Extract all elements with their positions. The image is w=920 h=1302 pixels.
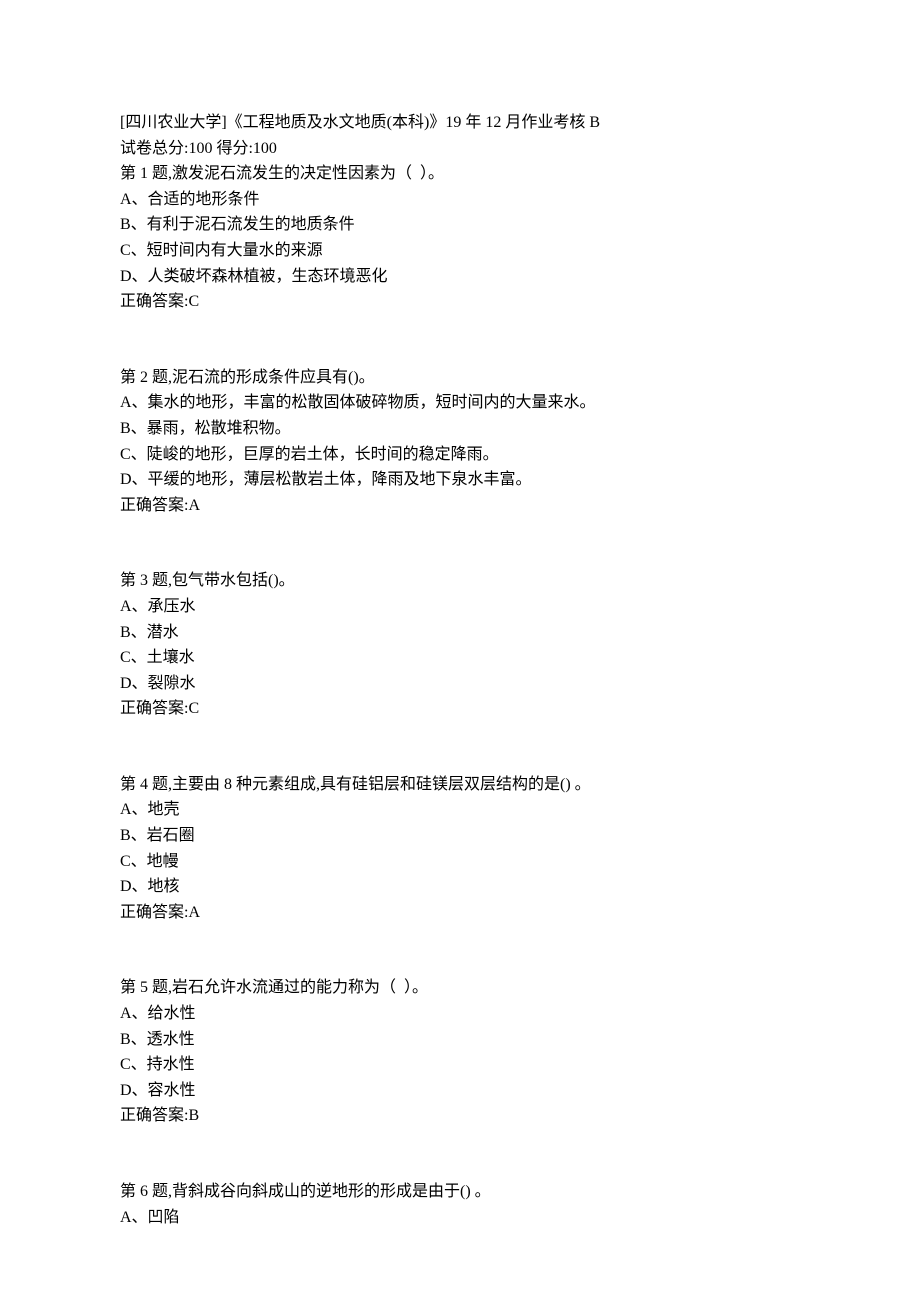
question-answer: 正确答案:C	[120, 696, 800, 722]
question-option: D、容水性	[120, 1078, 800, 1104]
question-option: B、暴雨，松散堆积物。	[120, 416, 800, 442]
question-option: C、土壤水	[120, 645, 800, 671]
question-option: A、集水的地形，丰富的松散固体破碎物质，短时间内的大量来水。	[120, 390, 800, 416]
question-block: 第 4 题,主要由 8 种元素组成,具有硅铝层和硅镁层双层结构的是() 。A、地…	[120, 772, 800, 926]
question-block: 第 3 题,包气带水包括()。A、承压水B、潜水C、土壤水D、裂隙水正确答案:C	[120, 568, 800, 722]
question-option: B、透水性	[120, 1027, 800, 1053]
question-option: B、潜水	[120, 620, 800, 646]
question-stem: 第 3 题,包气带水包括()。	[120, 568, 800, 594]
spacer	[120, 722, 800, 772]
question-answer: 正确答案:A	[120, 493, 800, 519]
question-option: A、给水性	[120, 1001, 800, 1027]
question-option: A、合适的地形条件	[120, 187, 800, 213]
question-stem: 第 6 题,背斜成谷向斜成山的逆地形的形成是由于() 。	[120, 1179, 800, 1205]
question-option: C、陡峻的地形，巨厚的岩土体，长时间的稳定降雨。	[120, 442, 800, 468]
question-option: D、地核	[120, 874, 800, 900]
question-stem: 第 2 题,泥石流的形成条件应具有()。	[120, 365, 800, 391]
spacer	[120, 1129, 800, 1179]
question-option: C、持水性	[120, 1052, 800, 1078]
question-option: D、平缓的地形，薄层松散岩土体，降雨及地下泉水丰富。	[120, 467, 800, 493]
question-stem: 第 1 题,激发泥石流发生的决定性因素为（ ）。	[120, 161, 800, 187]
question-option: C、短时间内有大量水的来源	[120, 238, 800, 264]
question-block: 第 6 题,背斜成谷向斜成山的逆地形的形成是由于() 。A、凹陷	[120, 1179, 800, 1230]
question-option: B、有利于泥石流发生的地质条件	[120, 212, 800, 238]
question-option: A、地壳	[120, 797, 800, 823]
question-stem: 第 4 题,主要由 8 种元素组成,具有硅铝层和硅镁层双层结构的是() 。	[120, 772, 800, 798]
question-option: D、裂隙水	[120, 671, 800, 697]
spacer	[120, 315, 800, 365]
questions-container: 第 1 题,激发泥石流发生的决定性因素为（ ）。A、合适的地形条件B、有利于泥石…	[120, 161, 800, 1230]
question-block: 第 5 题,岩石允许水流通过的能力称为（ ）。A、给水性B、透水性C、持水性D、…	[120, 975, 800, 1129]
question-answer: 正确答案:B	[120, 1103, 800, 1129]
question-option: A、凹陷	[120, 1205, 800, 1231]
question-block: 第 1 题,激发泥石流发生的决定性因素为（ ）。A、合适的地形条件B、有利于泥石…	[120, 161, 800, 315]
question-option: D、人类破坏森林植被，生态环境恶化	[120, 264, 800, 290]
question-option: B、岩石圈	[120, 823, 800, 849]
spacer	[120, 518, 800, 568]
question-answer: 正确答案:A	[120, 900, 800, 926]
score-line: 试卷总分:100 得分:100	[120, 136, 800, 162]
question-option: A、承压水	[120, 594, 800, 620]
question-block: 第 2 题,泥石流的形成条件应具有()。A、集水的地形，丰富的松散固体破碎物质，…	[120, 365, 800, 519]
question-answer: 正确答案:C	[120, 289, 800, 315]
question-option: C、地幔	[120, 849, 800, 875]
question-stem: 第 5 题,岩石允许水流通过的能力称为（ ）。	[120, 975, 800, 1001]
document-title: [四川农业大学]《工程地质及水文地质(本科)》19 年 12 月作业考核 B	[120, 110, 800, 136]
spacer	[120, 925, 800, 975]
